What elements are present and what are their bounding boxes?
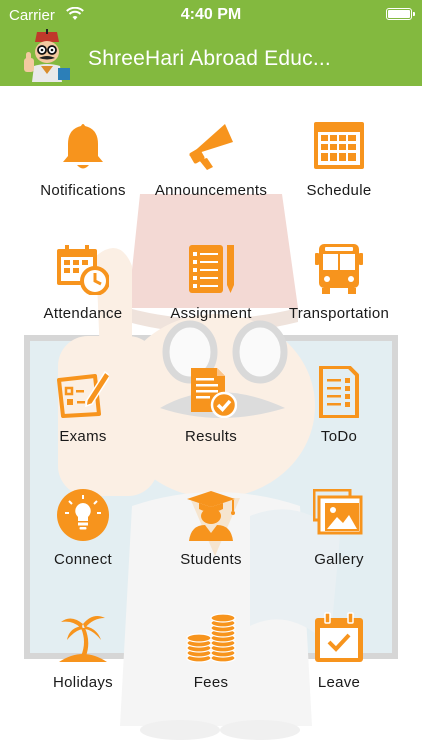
menu-item-connect[interactable]: Connect [13,455,153,568]
menu-item-announcements[interactable]: Announcements [141,86,281,199]
battery-icon [386,8,415,20]
clock: 4:40 PM [180,6,242,23]
menu-item-label: Transportation [288,305,390,322]
calendar-check-icon [313,612,365,664]
menu-item-label: ToDo [320,428,358,445]
graduate-icon [185,489,237,541]
menu-item-results[interactable]: Results [141,332,281,445]
menu-item-gallery[interactable]: Gallery [269,455,409,568]
exam-pencil-icon [57,366,111,418]
menu-item-students[interactable]: Students [141,455,281,568]
logo-mascot-icon [20,28,74,82]
menu-grid: Notifications Announcements Schedule Att… [0,86,422,706]
app-header: Carrier 4:40 PM ShreeHari Abroad Educ... [0,0,422,86]
lightbulb-icon [57,489,109,541]
menu-item-leave[interactable]: Leave [269,578,409,691]
calendar-clock-icon [57,243,110,296]
menu-item-label: Leave [317,674,361,691]
menu-item-notifications[interactable]: Notifications [13,86,153,199]
calendar-grid-icon [313,120,365,172]
notepad-list-icon [185,243,237,295]
menu-item-todo[interactable]: ToDo [269,332,409,445]
document-check-icon [185,366,238,419]
menu-item-holidays[interactable]: Holidays [13,578,153,691]
menu-item-label: Schedule [306,182,372,199]
bus-icon [313,243,365,295]
menu-item-transportation[interactable]: Transportation [269,209,409,322]
gallery-icon [312,488,365,541]
menu-item-schedule[interactable]: Schedule [269,86,409,199]
page-title: ShreeHari Abroad Educ... [88,47,331,70]
menu-item-attendance[interactable]: Attendance [13,209,153,322]
menu-item-assignment[interactable]: Assignment [141,209,281,322]
menu-item-exams[interactable]: Exams [13,332,153,445]
megaphone-icon [185,120,237,172]
status-bar: Carrier 4:40 PM [0,0,422,30]
menu-item-label: Gallery [314,551,364,568]
todo-list-icon [313,365,365,419]
palm-tree-icon [57,612,109,664]
bell-icon [57,120,109,172]
menu-item-fees[interactable]: Fees [141,578,281,691]
coins-icon [185,612,237,664]
